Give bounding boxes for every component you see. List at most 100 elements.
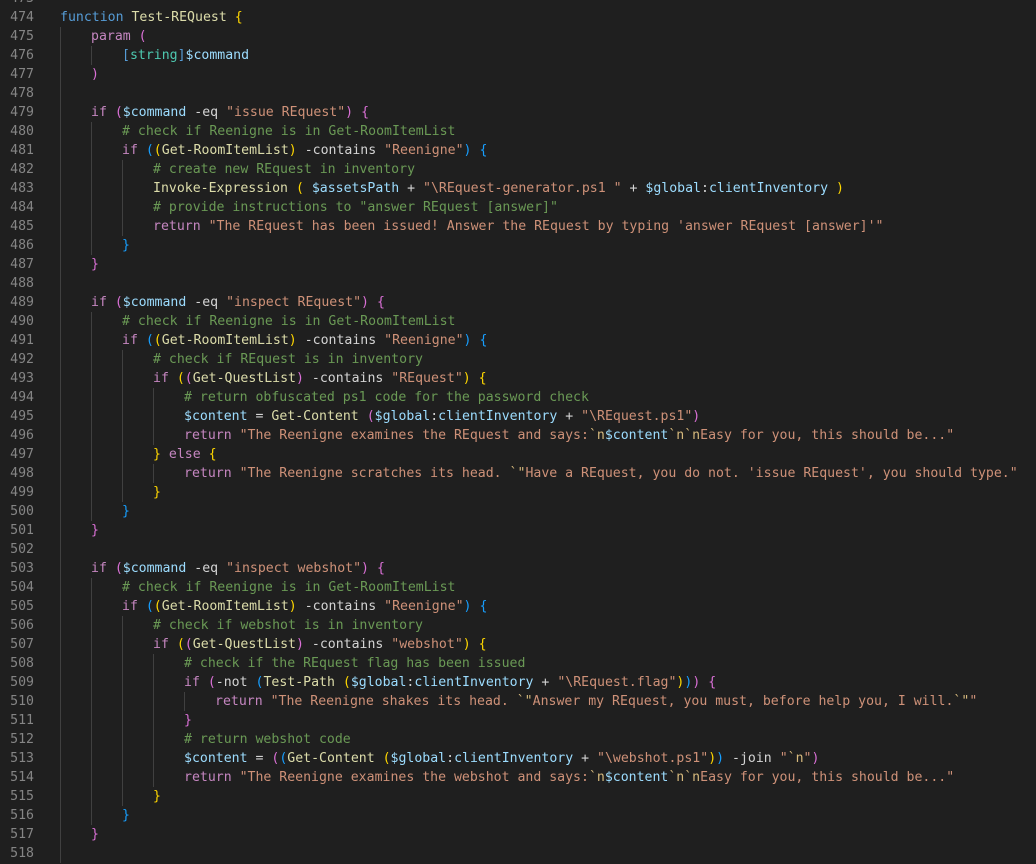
- code-line[interactable]: 487}: [0, 255, 1036, 274]
- indent-guide: [91, 730, 92, 749]
- indent-guide: [60, 141, 61, 160]
- code-token: }: [122, 808, 130, 823]
- code-token: $content: [184, 751, 248, 766]
- code-token: $content: [184, 409, 248, 424]
- code-token: "inspect REquest": [226, 295, 362, 310]
- code-line[interactable]: 489 if ($command -eq "inspect REquest") {: [0, 293, 1036, 312]
- code-line[interactable]: 506 # check if webshot is in inventory: [0, 616, 1036, 635]
- code-token: "\REquest-generator.ps1 ": [423, 181, 622, 196]
- code-token: "The Reenigne shakes its head.: [270, 694, 517, 709]
- code-line[interactable]: 482 # create new REquest in inventory: [0, 160, 1036, 179]
- code-line[interactable]: 513 $content = ((Get-Content ($global:cli…: [0, 749, 1036, 768]
- indent-guide: [122, 426, 123, 445]
- code-line[interactable]: 512 # return webshot code: [0, 730, 1036, 749]
- indent-guide: [60, 806, 61, 825]
- line-code: # create new REquest in inventory: [153, 160, 415, 179]
- code-token: ": [779, 751, 788, 766]
- indent-guide: [60, 160, 61, 179]
- line-number: 501: [10, 523, 34, 538]
- indent-guide: [60, 559, 61, 578]
- code-line[interactable]: 497} else {: [0, 445, 1036, 464]
- code-token: -eq: [194, 105, 219, 120]
- code-line[interactable]: 507 if ((Get-QuestList) -contains "websho…: [0, 635, 1036, 654]
- line-number: 493: [10, 371, 34, 386]
- line-code: # provide instructions to "answer REques…: [153, 198, 558, 217]
- indent-guide: [122, 673, 123, 692]
- indent-guide: [60, 616, 61, 635]
- code-line[interactable]: 498 return "The Reenigne scratches its he…: [0, 464, 1036, 483]
- code-line[interactable]: 509 if (-not (Test-Path ($global:clientIn…: [0, 673, 1036, 692]
- indent-guide: [91, 502, 92, 521]
- code-line[interactable]: 496 return "The Reenigne examines the REq…: [0, 426, 1036, 445]
- code-line[interactable]: 494 # return obfuscated ps1 code for the …: [0, 388, 1036, 407]
- code-line[interactable]: 473: [0, 0, 1036, 8]
- code-token: Get-QuestList: [192, 371, 296, 386]
- code-line[interactable]: 511}: [0, 711, 1036, 730]
- code-line[interactable]: 479 if ($command -eq "issue REquest") {: [0, 103, 1036, 122]
- code-token: (: [176, 371, 185, 386]
- code-line[interactable]: 501}: [0, 521, 1036, 540]
- code-line[interactable]: 490 # check if Reenigne is in Get-RoomIte…: [0, 312, 1036, 331]
- code-line[interactable]: 503 if ($command -eq "inspect webshot") {: [0, 559, 1036, 578]
- code-line[interactable]: 492 # check if REquest is in inventory: [0, 350, 1036, 369]
- line-code: # check if Reenigne is in Get-RoomItemLi…: [122, 312, 455, 331]
- code-line[interactable]: 475 param (: [0, 27, 1036, 46]
- code-line[interactable]: 488: [0, 274, 1036, 293]
- code-line[interactable]: 504 # check if Reenigne is in Get-RoomIte…: [0, 578, 1036, 597]
- code-token: ): [288, 143, 297, 158]
- indent-guide: [91, 198, 92, 217]
- code-line[interactable]: 502: [0, 540, 1036, 559]
- code-line[interactable]: 518: [0, 844, 1036, 863]
- code-line[interactable]: 483 Invoke-Expression ( $assetsPath + "\R…: [0, 179, 1036, 198]
- code-line[interactable]: 495 $content = Get-Content ($global:clien…: [0, 407, 1036, 426]
- code-token: ): [716, 751, 725, 766]
- indent-guide: [91, 350, 92, 369]
- indent-guide: [91, 426, 92, 445]
- code-token: # check if Reenigne is in Get-RoomItemLi…: [122, 580, 456, 595]
- line-number: 517: [10, 827, 34, 842]
- code-line[interactable]: 508 # check if the REquest flag has been …: [0, 654, 1036, 673]
- code-token: if: [91, 105, 107, 120]
- code-line[interactable]: 480 # check if Reenigne is in Get-RoomIte…: [0, 122, 1036, 141]
- code-line[interactable]: 481 if ((Get-RoomItemList) -contains "Ree…: [0, 141, 1036, 160]
- line-number: 480: [10, 124, 34, 139]
- code-token: Test-REQuest: [131, 10, 227, 25]
- code-line[interactable]: 505 if ((Get-RoomItemList) -contains "Ree…: [0, 597, 1036, 616]
- code-line[interactable]: 484 # provide instructions to "answer REq…: [0, 198, 1036, 217]
- code-line[interactable]: 510 return "The Reenigne shakes its head.…: [0, 692, 1036, 711]
- indent-guide: [60, 293, 61, 312]
- code-line[interactable]: 499}: [0, 483, 1036, 502]
- code-line[interactable]: 478: [0, 84, 1036, 103]
- code-token: "\webshot.ps1": [597, 751, 709, 766]
- indent-guide: [60, 122, 61, 141]
- code-line[interactable]: 493 if ((Get-QuestList) -contains "REques…: [0, 369, 1036, 388]
- code-line[interactable]: 491 if ((Get-RoomItemList) -contains "Ree…: [0, 331, 1036, 350]
- code-line[interactable]: 515}: [0, 787, 1036, 806]
- code-line[interactable]: 516}: [0, 806, 1036, 825]
- indent-guide: [122, 654, 123, 673]
- code-line[interactable]: 500}: [0, 502, 1036, 521]
- code-token: (: [342, 675, 351, 690]
- code-line[interactable]: 486}: [0, 236, 1036, 255]
- code-line[interactable]: 517}: [0, 825, 1036, 844]
- line-number: 489: [10, 295, 34, 310]
- code-line[interactable]: 485 return "The REquest has been issued! …: [0, 217, 1036, 236]
- line-code: # return obfuscated ps1 code for the pas…: [184, 388, 589, 407]
- indent-guide: [122, 179, 123, 198]
- code-line[interactable]: 474 function Test-REQuest {: [0, 8, 1036, 27]
- line-number: 507: [10, 637, 34, 652]
- code-line[interactable]: 514 return "The Reenigne examines the web…: [0, 768, 1036, 787]
- code-line[interactable]: 476 [string]$command: [0, 46, 1036, 65]
- code-token: if: [153, 371, 169, 386]
- code-lines: 473474function Test-REQuest {475param (4…: [0, 0, 1036, 863]
- code-line[interactable]: 477): [0, 65, 1036, 84]
- line-number: 511: [10, 713, 34, 728]
- line-number: 496: [10, 428, 34, 443]
- code-editor[interactable]: 473474function Test-REQuest {475param (4…: [0, 0, 1036, 864]
